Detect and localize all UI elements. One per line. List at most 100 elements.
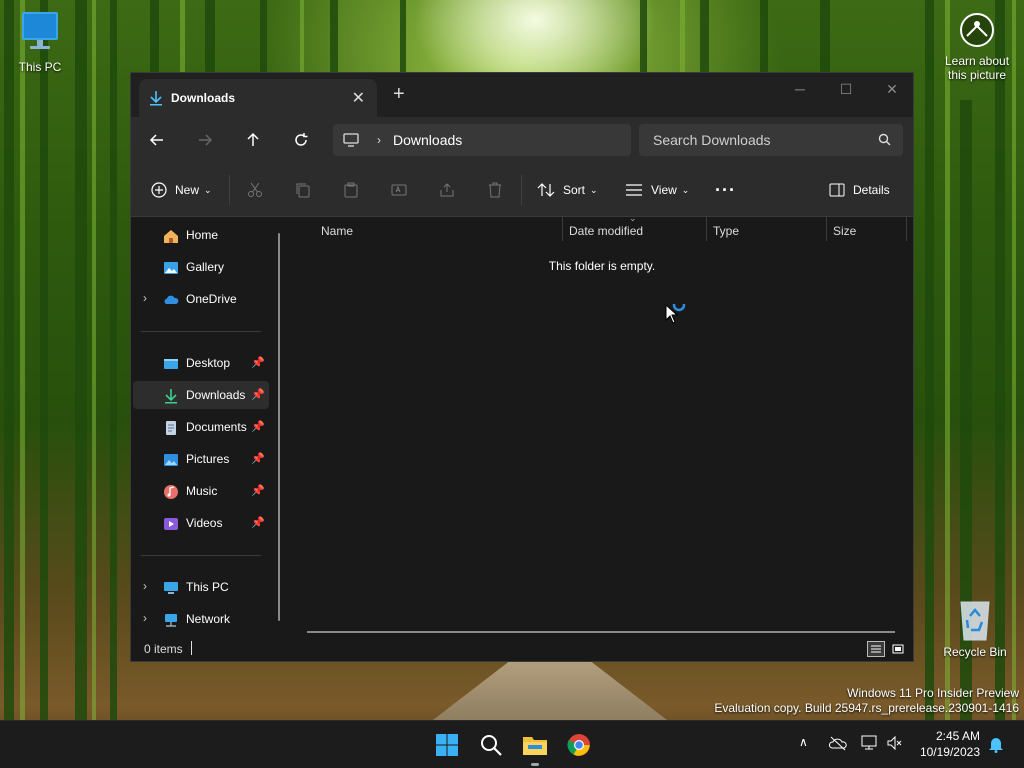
video-icon — [164, 518, 178, 530]
address-bar[interactable]: › Downloads — [333, 124, 631, 156]
home-icon — [164, 230, 178, 243]
horizontal-scrollbar[interactable] — [307, 631, 895, 633]
arrow-right-icon — [199, 134, 213, 146]
evaluation-watermark: Windows 11 Pro Insider Preview Evaluatio… — [714, 686, 1019, 716]
chevron-down-icon: ⌄ — [204, 184, 212, 195]
close-tab-icon[interactable]: ✕ — [352, 88, 365, 108]
divider — [141, 555, 261, 556]
sidebar-item-videos[interactable]: Videos 📌 — [133, 509, 269, 537]
cut-button[interactable] — [247, 179, 263, 201]
pin-icon[interactable]: 📌 — [251, 516, 265, 529]
column-date-modified[interactable]: Date modified — [569, 224, 643, 238]
sidebar-item-downloads[interactable]: Downloads 📌 — [133, 381, 269, 409]
chevron-down-icon: ⌄ — [681, 184, 690, 195]
command-bar: New ⌄ Sort ⌄ View ⌄ ··· Details — [131, 163, 913, 217]
volume-muted-icon[interactable] — [886, 735, 904, 751]
pin-icon[interactable]: 📌 — [251, 452, 265, 465]
sidebar-item-gallery[interactable]: Gallery — [133, 253, 269, 281]
search-placeholder: Search Downloads — [653, 132, 771, 148]
tiles-view-button[interactable] — [889, 641, 907, 657]
watermark-line2: Evaluation copy. Build 25947.rs_prerelea… — [714, 701, 1019, 715]
pin-icon[interactable]: 📌 — [251, 356, 265, 369]
chevron-right-icon[interactable]: › — [143, 579, 147, 593]
view-button[interactable]: View ⌄ — [625, 179, 689, 201]
paste-button[interactable] — [343, 179, 359, 201]
desktop-icon-this-pc[interactable]: This PC — [12, 10, 68, 74]
chevron-right-icon[interactable]: › — [143, 611, 147, 625]
forward-button[interactable] — [193, 128, 217, 152]
search-box[interactable]: Search Downloads — [639, 124, 903, 156]
taskbar-search-button[interactable] — [477, 731, 505, 759]
breadcrumb-downloads[interactable]: Downloads — [393, 132, 462, 148]
close-window-button[interactable]: ✕ — [869, 77, 915, 101]
sidebar-item-home[interactable]: Home — [133, 221, 269, 249]
pin-icon[interactable]: 📌 — [251, 388, 265, 401]
delete-button[interactable] — [487, 179, 503, 201]
pin-icon[interactable]: 📌 — [251, 420, 265, 433]
taskbar-chrome[interactable] — [565, 731, 593, 759]
new-tab-button[interactable]: + — [393, 83, 405, 106]
start-button[interactable] — [433, 731, 461, 759]
sidebar-item-desktop[interactable]: Desktop 📌 — [133, 349, 269, 377]
share-button[interactable] — [439, 179, 455, 201]
desktop-icon-recycle-bin[interactable]: Recycle Bin — [940, 598, 1010, 659]
sort-indicator-icon: ⌄ — [629, 213, 637, 223]
refresh-icon — [295, 133, 308, 146]
pictures-icon — [164, 454, 178, 466]
taskbar-file-explorer[interactable] — [521, 731, 549, 766]
divider — [229, 175, 230, 205]
column-size[interactable]: Size — [833, 224, 856, 238]
sidebar-scrollbar[interactable] — [278, 233, 280, 621]
back-button[interactable] — [145, 128, 169, 152]
new-button[interactable]: New ⌄ — [151, 179, 212, 201]
file-explorer-window[interactable]: Downloads ✕ + ─ ☐ ✕ › Downloads Search D… — [130, 72, 914, 662]
rename-button[interactable] — [391, 179, 407, 201]
search-icon — [481, 735, 502, 756]
title-bar[interactable]: Downloads ✕ + ─ ☐ ✕ — [131, 73, 913, 117]
more-options-button[interactable]: ··· — [715, 179, 736, 201]
sidebar-item-label: Videos — [186, 516, 223, 530]
sort-button[interactable]: Sort ⌄ — [537, 179, 598, 201]
copy-button[interactable] — [295, 179, 311, 201]
cloud-icon — [164, 295, 179, 304]
sidebar-item-network[interactable]: › Network — [133, 605, 269, 633]
sidebar-item-this-pc[interactable]: › This PC — [133, 573, 269, 601]
music-icon — [164, 485, 178, 499]
sidebar-item-documents[interactable]: Documents 📌 — [133, 413, 269, 441]
sidebar-item-pictures[interactable]: Pictures 📌 — [133, 445, 269, 473]
network-icon — [165, 614, 177, 627]
notification-bell-icon[interactable] — [988, 735, 1004, 753]
watermark-line1: Windows 11 Pro Insider Preview — [847, 686, 1019, 700]
windows-logo-icon — [436, 734, 458, 756]
column-name[interactable]: Name — [321, 224, 353, 238]
trash-icon — [489, 182, 501, 198]
tab-downloads[interactable]: Downloads ✕ — [139, 79, 377, 117]
clock-time: 2:45 AM — [935, 729, 980, 743]
chevron-right-icon[interactable]: › — [143, 291, 147, 305]
onedrive-offline-icon[interactable] — [829, 735, 847, 751]
file-list-pane[interactable]: Name Date modified ⌄ Type Size This fold… — [289, 213, 913, 637]
column-divider[interactable] — [562, 217, 563, 241]
refresh-button[interactable] — [289, 128, 313, 152]
column-divider[interactable] — [706, 217, 707, 241]
up-button[interactable] — [241, 128, 265, 152]
column-divider[interactable] — [826, 217, 827, 241]
network-status-icon[interactable] — [861, 735, 879, 751]
column-divider[interactable] — [906, 217, 907, 241]
folder-icon — [523, 737, 547, 755]
pin-icon[interactable]: 📌 — [251, 484, 265, 497]
minimize-button[interactable]: ─ — [777, 77, 823, 101]
show-hidden-icons-button[interactable]: ∧ — [799, 735, 808, 749]
new-label: New — [175, 183, 200, 197]
column-type[interactable]: Type — [713, 224, 739, 238]
desktop-icon-learn-about-picture[interactable]: Learn about this picture — [940, 12, 1014, 82]
details-button[interactable]: Details — [829, 179, 890, 201]
monitor-icon — [22, 12, 58, 49]
details-view-button[interactable] — [867, 641, 885, 657]
system-clock[interactable]: 2:45 AM 10/19/2023 — [920, 728, 980, 760]
sidebar-item-onedrive[interactable]: › OneDrive — [133, 285, 269, 313]
thumbnail-view-icon — [892, 644, 904, 654]
arrow-left-icon — [149, 134, 163, 146]
maximize-button[interactable]: ☐ — [823, 77, 869, 101]
sidebar-item-music[interactable]: Music 📌 — [133, 477, 269, 505]
